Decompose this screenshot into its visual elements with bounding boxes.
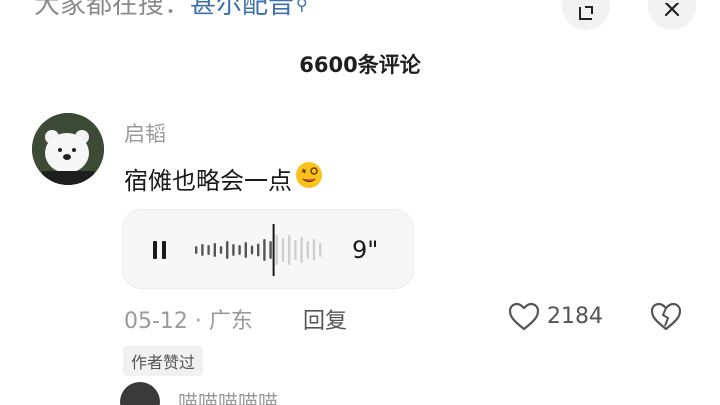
search-icon: ⚲ [296, 0, 308, 14]
dizzy-face-emoji [294, 160, 324, 196]
close-button[interactable] [648, 0, 696, 30]
search-prefix: 大家都在搜： [34, 0, 191, 20]
like-count: 2184 [547, 304, 603, 329]
avatar[interactable] [32, 113, 104, 185]
open-in-icon [579, 6, 593, 20]
waveform-bar [281, 238, 285, 262]
waveform-bar [319, 243, 322, 257]
top-bar: 大家都在搜：甚尔配音 ⚲ [0, 0, 720, 40]
search-suggestion[interactable]: 大家都在搜：甚尔配音 ⚲ [34, 0, 308, 22]
waveform-bar [288, 235, 291, 265]
waveform-bar [263, 239, 266, 261]
reply-username[interactable]: 喵喵喵喵喵 [178, 386, 278, 405]
waveform-bar [269, 241, 272, 259]
waveform-bar [294, 240, 297, 260]
close-icon [664, 3, 680, 17]
waveform-bar [275, 235, 278, 265]
comment-body: 宿傩也略会一点 [124, 160, 324, 196]
waveform-bar [306, 241, 309, 259]
reply-button[interactable]: 回复 [303, 303, 347, 335]
bear-avatar-image [32, 113, 104, 185]
waveform-bar [257, 243, 260, 257]
waveform-bar [244, 242, 247, 258]
waveform-bar [219, 246, 223, 254]
pause-icon[interactable] [151, 240, 169, 260]
comment-text: 宿傩也略会一点 [124, 166, 292, 195]
comment-count: 6600条评论 [299, 53, 421, 77]
waveform-bar [226, 241, 229, 259]
waveform-bar [207, 245, 210, 255]
comment-date-location: 05-12 · 广东 [124, 309, 253, 334]
waveform-bar [232, 244, 235, 256]
waveform-bar [238, 245, 241, 255]
voice-waveform[interactable] [193, 224, 333, 276]
waveform-bar [250, 245, 254, 255]
comment-username[interactable]: 启韬 [124, 118, 166, 148]
waveform-bar [195, 246, 198, 254]
playhead[interactable] [272, 224, 275, 276]
heart-icon[interactable] [508, 302, 540, 332]
broken-heart-icon[interactable] [650, 302, 682, 332]
waveform-bar [201, 244, 204, 256]
open-in-button[interactable] [562, 0, 610, 30]
search-term-link[interactable]: 甚尔配音 [190, 0, 294, 20]
waveform-bar [312, 239, 316, 261]
reply-avatar[interactable] [120, 382, 160, 405]
voice-duration: 9" [352, 236, 379, 264]
author-liked-badge: 作者赞过 [123, 346, 204, 376]
waveform-bar [300, 237, 303, 263]
voice-message[interactable]: 9" [122, 209, 414, 289]
waveform-bar [213, 243, 216, 257]
